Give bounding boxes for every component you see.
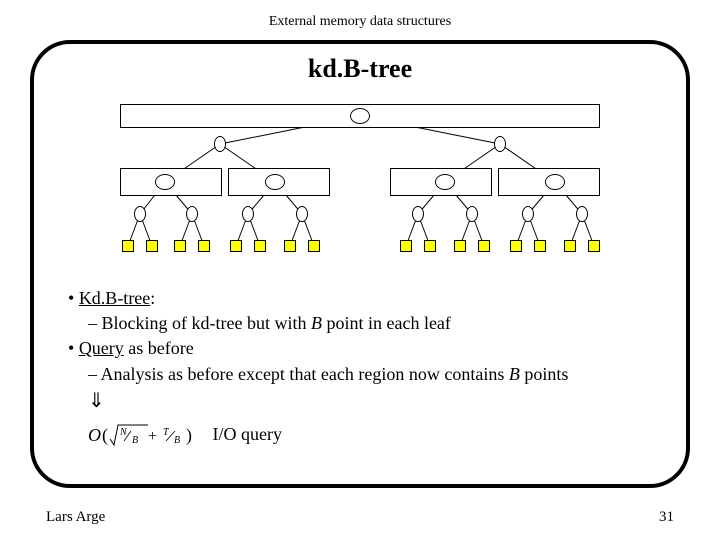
var-b: B — [311, 313, 322, 333]
leaf-node — [284, 240, 296, 252]
bullet-2-sub: – Analysis as before except that each re… — [88, 362, 658, 387]
slide-body: • Kd.B-tree: – Blocking of kd-tree but w… — [62, 286, 658, 451]
svg-text:): ) — [186, 425, 192, 446]
leaf-node — [174, 240, 186, 252]
v-node — [134, 206, 146, 222]
slide-frame: kd.B-tree — [30, 40, 690, 488]
leaf-node — [454, 240, 466, 252]
leaf-node — [534, 240, 546, 252]
bullet-prefix: • — [68, 288, 79, 308]
down-arrow: ⇓ — [88, 387, 658, 415]
bullet-1-sub: – Blocking of kd-tree but with B point i… — [88, 311, 658, 336]
v-node — [214, 136, 226, 152]
leaf-node — [230, 240, 242, 252]
text: – Blocking of kd-tree but with — [88, 313, 311, 333]
io-query-text: I/O query — [213, 424, 282, 444]
leaf-node — [122, 240, 134, 252]
root-node — [350, 108, 370, 124]
slide-header: External memory data structures — [0, 0, 720, 30]
leaf-node — [254, 240, 266, 252]
svg-text:(: ( — [102, 425, 108, 446]
bullet-prefix: • — [68, 338, 79, 358]
bullet-1: • Kd.B-tree: — [68, 286, 658, 311]
h-node — [265, 174, 285, 190]
leaf-node — [478, 240, 490, 252]
svg-text:N: N — [119, 427, 128, 438]
v-node — [242, 206, 254, 222]
v-node — [522, 206, 534, 222]
leaf-node — [564, 240, 576, 252]
bullet-1-label: Kd.B-tree — [79, 288, 150, 308]
leaf-node — [198, 240, 210, 252]
slide-title: kd.B-tree — [34, 54, 686, 84]
formula-line: O ( N B + T B ) I/O query — [88, 421, 658, 451]
svg-text:B: B — [132, 435, 138, 446]
svg-text:T: T — [163, 427, 170, 438]
leaf-node — [424, 240, 436, 252]
leaf-node — [146, 240, 158, 252]
var-b: B — [509, 364, 520, 384]
tree-diagram — [80, 96, 640, 266]
leaf-node — [400, 240, 412, 252]
svg-text:O: O — [88, 425, 101, 445]
v-node — [466, 206, 478, 222]
text: point in each leaf — [322, 313, 451, 333]
v-node — [494, 136, 506, 152]
complexity-formula: O ( N B + T B ) — [88, 421, 208, 451]
text: points — [520, 364, 569, 384]
leaf-node — [308, 240, 320, 252]
h-node — [435, 174, 455, 190]
svg-text:B: B — [174, 435, 180, 446]
svg-text:+: + — [148, 428, 157, 445]
h-node — [155, 174, 175, 190]
bullet-2-suffix: as before — [124, 338, 194, 358]
footer-author: Lars Arge — [46, 509, 105, 526]
v-node — [412, 206, 424, 222]
leaf-node — [588, 240, 600, 252]
leaf-node — [510, 240, 522, 252]
footer-page-number: 31 — [659, 509, 674, 526]
bullet-2: • Query as before — [68, 336, 658, 361]
bullet-2-label: Query — [79, 338, 124, 358]
h-node — [545, 174, 565, 190]
v-node — [186, 206, 198, 222]
v-node — [576, 206, 588, 222]
v-node — [296, 206, 308, 222]
bullet-1-suffix: : — [150, 288, 155, 308]
text: – Analysis as before except that each re… — [88, 364, 509, 384]
